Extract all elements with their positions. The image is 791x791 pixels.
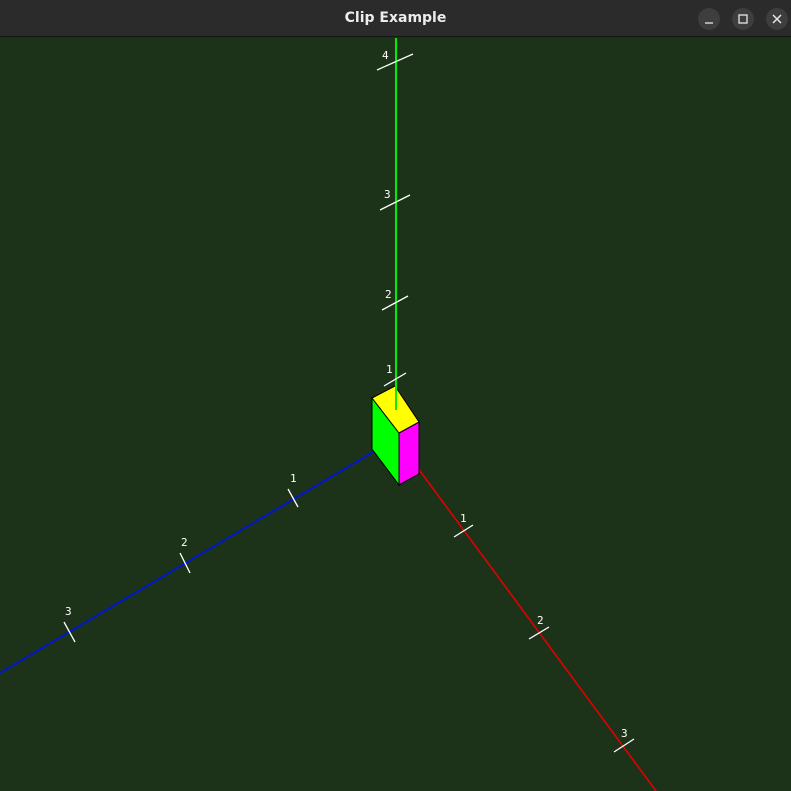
minimize-icon (705, 22, 713, 24)
maximize-icon (738, 14, 748, 24)
z-axis-line (0, 444, 386, 674)
app-window: Clip Example 4 3 2 1 1 2 3 1 2 3 (0, 0, 791, 791)
z-tick-label: 3 (65, 605, 72, 618)
x-tick-label: 1 (460, 512, 467, 525)
close-button[interactable] (766, 8, 788, 30)
gl-viewport[interactable]: 4 3 2 1 1 2 3 1 2 3 (0, 38, 791, 791)
x-tick-mark (528, 626, 550, 640)
y-tick-label: 2 (385, 288, 392, 301)
window-title: Clip Example (344, 10, 447, 26)
scene-canvas: 4 3 2 1 1 2 3 1 2 3 (0, 38, 657, 791)
x-tick-mark (453, 524, 474, 538)
x-tick-label: 2 (537, 614, 544, 627)
z-tick-mark (179, 552, 191, 574)
y-tick-label: 4 (382, 49, 389, 62)
y-tick-label: 3 (384, 188, 391, 201)
x-tick-mark (613, 738, 635, 753)
minimize-button[interactable] (698, 8, 720, 30)
maximize-button[interactable] (732, 8, 754, 30)
x-tick-label: 3 (621, 727, 628, 740)
close-icon (772, 14, 782, 24)
y-tick-label: 1 (386, 363, 393, 376)
z-tick-label: 2 (181, 536, 188, 549)
x-axis-line (408, 455, 657, 791)
z-tick-mark (63, 621, 76, 643)
z-tick-label: 1 (290, 472, 297, 485)
title-bar[interactable]: Clip Example (0, 0, 791, 37)
